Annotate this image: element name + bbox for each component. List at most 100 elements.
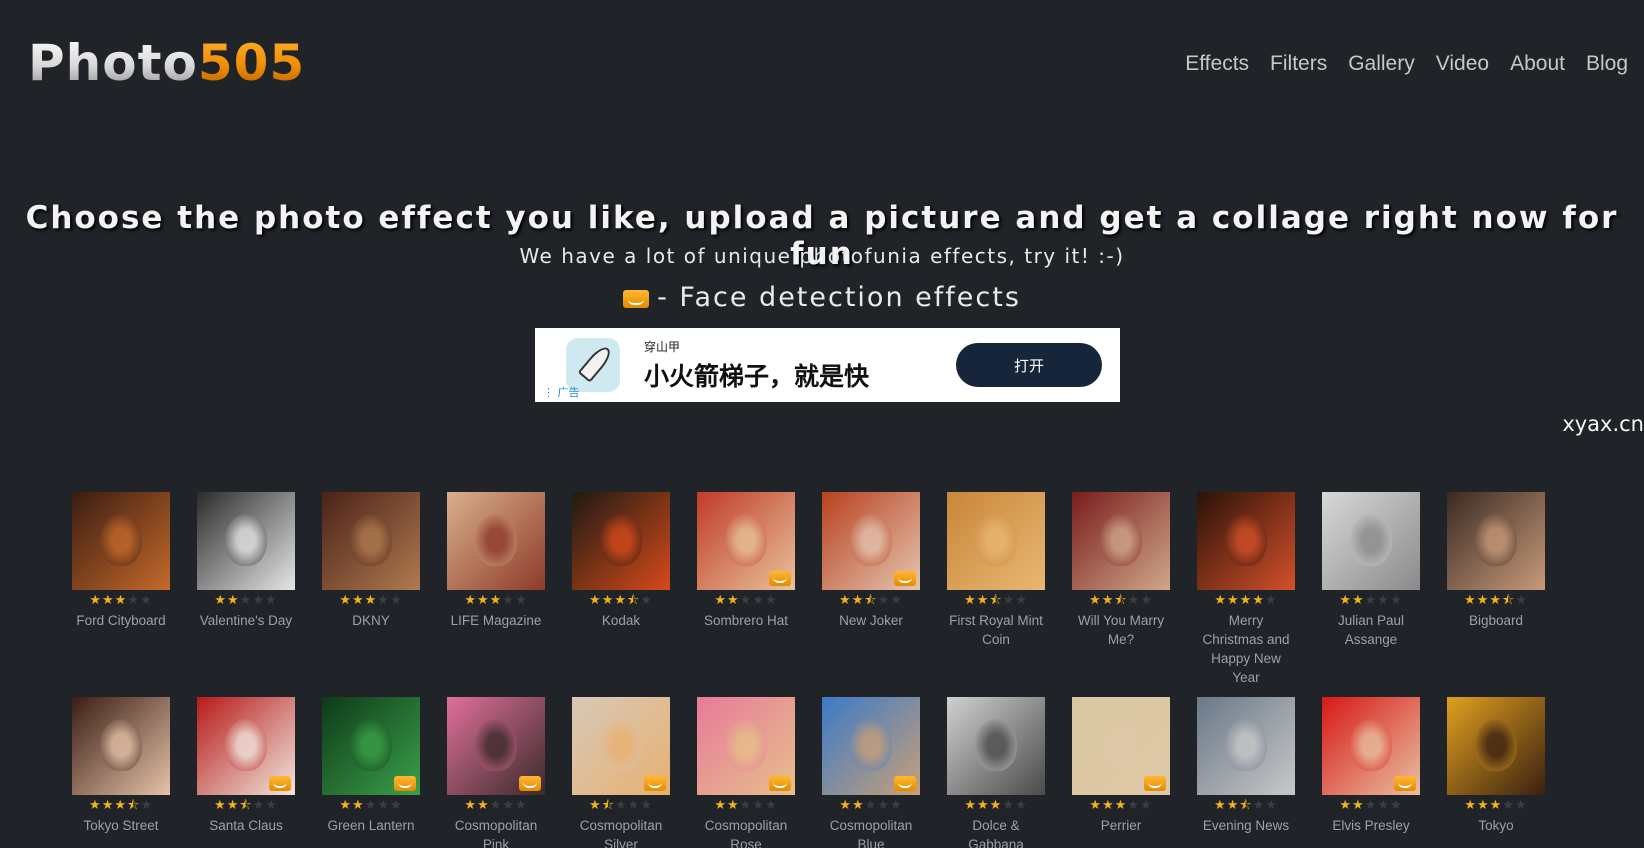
thumbnail-face bbox=[225, 514, 267, 566]
effect-card[interactable]: ★★★⯪★ Kodak bbox=[572, 492, 670, 687]
effect-thumbnail[interactable] bbox=[322, 697, 420, 795]
effect-thumbnail[interactable] bbox=[1447, 492, 1545, 590]
star-icon: ★ bbox=[1352, 593, 1365, 608]
rating-stars: ★★★★★ bbox=[1322, 798, 1420, 814]
effect-card[interactable]: ★★★★★ LIFE Magazine bbox=[447, 492, 545, 687]
effect-name[interactable]: Cosmopolitan Pink bbox=[447, 816, 545, 848]
nav-gallery[interactable]: Gallery bbox=[1348, 52, 1415, 76]
effect-thumbnail[interactable] bbox=[1072, 697, 1170, 795]
nav-blog[interactable]: Blog bbox=[1586, 52, 1628, 76]
nav-about[interactable]: About bbox=[1510, 52, 1565, 76]
effect-card[interactable]: ★★★★★ Cosmopolitan Pink bbox=[447, 697, 545, 848]
effect-card[interactable]: ★★★★★ Ford Cityboard bbox=[72, 492, 170, 687]
effect-thumbnail[interactable] bbox=[822, 697, 920, 795]
effect-thumbnail[interactable] bbox=[947, 697, 1045, 795]
effect-name[interactable]: Cosmopolitan Rose bbox=[697, 816, 795, 848]
effect-thumbnail[interactable] bbox=[72, 697, 170, 795]
star-icon: ★ bbox=[1114, 798, 1128, 813]
star-icon: ★ bbox=[852, 798, 865, 813]
effect-card[interactable]: ★★⯪★★ Santa Claus bbox=[197, 697, 295, 848]
effect-name[interactable]: DKNY bbox=[322, 611, 420, 630]
effect-card[interactable]: ★★⯪★★ First Royal Mint Coin bbox=[947, 492, 1045, 687]
effect-card[interactable]: ★★★★★ Tokyo bbox=[1447, 697, 1545, 848]
effect-name[interactable]: Julian Paul Assange bbox=[1322, 611, 1420, 649]
effect-card[interactable]: ★★★★★ DKNY bbox=[322, 492, 420, 687]
effect-thumbnail[interactable] bbox=[572, 697, 670, 795]
effect-card[interactable]: ★★★★★ Sombrero Hat bbox=[697, 492, 795, 687]
star-icon: ★ bbox=[502, 593, 515, 608]
effect-card[interactable]: ★★★★★ Valentine's Day bbox=[197, 492, 295, 687]
effect-name[interactable]: Dolce & Gabbana bbox=[947, 816, 1045, 848]
ad-banner[interactable]: 穿山甲 小火箭梯子，就是快 打开 ⋮ 广告 bbox=[535, 328, 1120, 402]
effect-thumbnail[interactable] bbox=[447, 492, 545, 590]
effect-name[interactable]: First Royal Mint Coin bbox=[947, 611, 1045, 649]
watermark: xyax.cn bbox=[1562, 412, 1644, 436]
effect-card[interactable]: ★★⯪★★ New Joker bbox=[822, 492, 920, 687]
effect-card[interactable]: ★★★★★ Green Lantern bbox=[322, 697, 420, 848]
effect-card[interactable]: ★★★★★ Merry Christmas and Happy New Year bbox=[1197, 492, 1295, 687]
star-icon: ★ bbox=[1101, 593, 1115, 608]
star-icon: ★ bbox=[1002, 798, 1015, 813]
effect-name[interactable]: Santa Claus bbox=[197, 816, 295, 835]
effect-name[interactable]: Cosmopolitan Blue bbox=[822, 816, 920, 848]
effect-thumbnail[interactable] bbox=[572, 492, 670, 590]
star-icon: ★ bbox=[1089, 798, 1103, 813]
effect-name[interactable]: Cosmopolitan Silver bbox=[572, 816, 670, 848]
effect-thumbnail[interactable] bbox=[697, 697, 795, 795]
effect-name[interactable]: Bigboard bbox=[1447, 611, 1545, 630]
star-icon: ★ bbox=[114, 593, 128, 608]
effect-name[interactable]: New Joker bbox=[822, 611, 920, 630]
effect-name[interactable]: Tokyo bbox=[1447, 816, 1545, 835]
effect-name[interactable]: Green Lantern bbox=[322, 816, 420, 835]
effect-thumbnail[interactable] bbox=[697, 492, 795, 590]
effect-thumbnail[interactable] bbox=[1197, 492, 1295, 590]
effect-thumbnail[interactable] bbox=[1322, 492, 1420, 590]
effect-name[interactable]: Ford Cityboard bbox=[72, 611, 170, 630]
effect-thumbnail[interactable] bbox=[447, 697, 545, 795]
site-logo[interactable]: Photo505 bbox=[28, 38, 305, 88]
star-icon: ★ bbox=[851, 593, 865, 608]
nav-video[interactable]: Video bbox=[1436, 52, 1489, 76]
effect-card[interactable]: ★★★⯪★ Bigboard bbox=[1447, 492, 1545, 687]
ad-open-button[interactable]: 打开 bbox=[956, 343, 1102, 387]
effect-card[interactable]: ★★★★★ Perrier bbox=[1072, 697, 1170, 848]
nav-effects[interactable]: Effects bbox=[1185, 52, 1249, 76]
effect-thumbnail[interactable] bbox=[1447, 697, 1545, 795]
star-icon: ⯪ bbox=[627, 593, 641, 608]
effect-name[interactable]: Valentine's Day bbox=[197, 611, 295, 630]
effect-thumbnail[interactable] bbox=[197, 697, 295, 795]
effect-name[interactable]: Sombrero Hat bbox=[697, 611, 795, 630]
rating-stars: ★★★★★ bbox=[72, 593, 170, 609]
effect-name[interactable]: Tokyo Street bbox=[72, 816, 170, 835]
effect-name[interactable]: Merry Christmas and Happy New Year bbox=[1197, 611, 1295, 687]
effect-thumbnail[interactable] bbox=[72, 492, 170, 590]
effect-thumbnail[interactable] bbox=[947, 492, 1045, 590]
star-icon: ★ bbox=[1339, 593, 1353, 608]
effect-thumbnail[interactable] bbox=[197, 492, 295, 590]
nav-filters[interactable]: Filters bbox=[1270, 52, 1327, 76]
effect-card[interactable]: ★⯪★★★ Cosmopolitan Silver bbox=[572, 697, 670, 848]
effect-name[interactable]: Kodak bbox=[572, 611, 670, 630]
effect-name[interactable]: LIFE Magazine bbox=[447, 611, 545, 630]
effect-name[interactable]: Will You Marry Me? bbox=[1072, 611, 1170, 649]
effect-card[interactable]: ★★★★★ Elvis Presley bbox=[1322, 697, 1420, 848]
thumbnail-face bbox=[975, 719, 1017, 771]
effect-card[interactable]: ★★⯪★★ Will You Marry Me? bbox=[1072, 492, 1170, 687]
effect-thumbnail[interactable] bbox=[822, 492, 920, 590]
effect-thumbnail[interactable] bbox=[322, 492, 420, 590]
star-icon: ★ bbox=[1239, 593, 1253, 608]
effect-card[interactable]: ★★★★★ Cosmopolitan Rose bbox=[697, 697, 795, 848]
effect-card[interactable]: ★★★★★ Dolce & Gabbana bbox=[947, 697, 1045, 848]
effect-thumbnail[interactable] bbox=[1322, 697, 1420, 795]
effect-card[interactable]: ★★⯪★★ Evening News bbox=[1197, 697, 1295, 848]
effect-thumbnail[interactable] bbox=[1072, 492, 1170, 590]
rating-stars: ★★⯪★★ bbox=[822, 593, 920, 609]
effect-name[interactable]: Perrier bbox=[1072, 816, 1170, 835]
effect-card[interactable]: ★★★★★ Cosmopolitan Blue bbox=[822, 697, 920, 848]
effect-name[interactable]: Elvis Presley bbox=[1322, 816, 1420, 835]
star-icon: ★ bbox=[1252, 798, 1266, 813]
effect-card[interactable]: ★★★★★ Julian Paul Assange bbox=[1322, 492, 1420, 687]
effect-card[interactable]: ★★★⯪★ Tokyo Street bbox=[72, 697, 170, 848]
effect-thumbnail[interactable] bbox=[1197, 697, 1295, 795]
effect-name[interactable]: Evening News bbox=[1197, 816, 1295, 835]
